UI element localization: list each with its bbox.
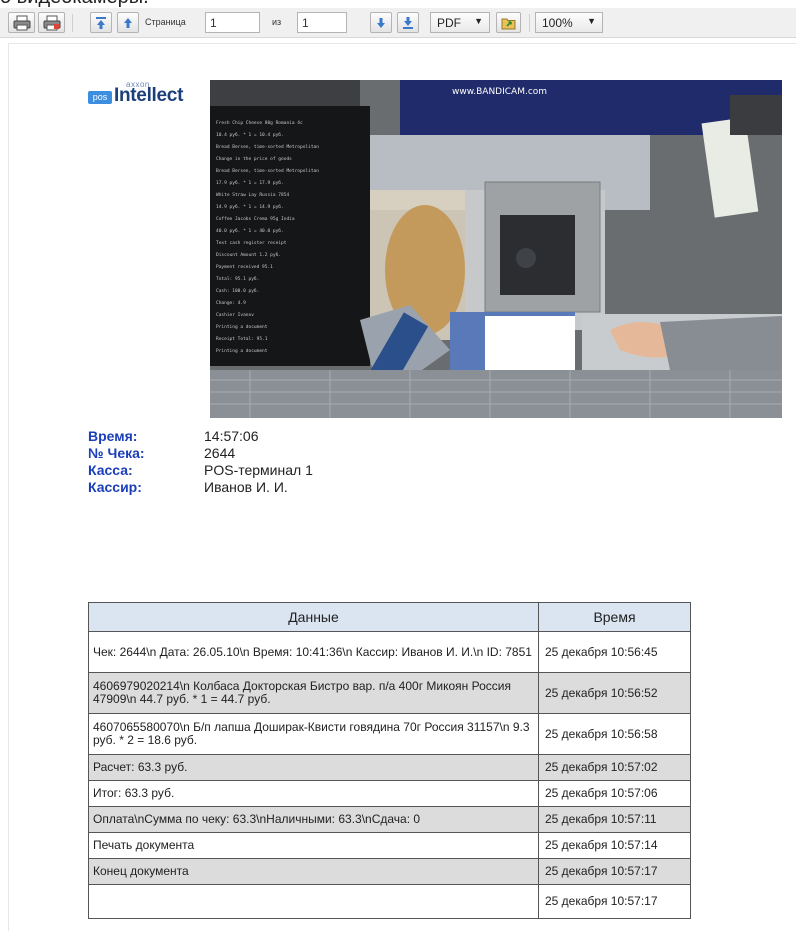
column-header-time: Время — [538, 602, 691, 632]
export-format-value: PDF — [437, 16, 461, 30]
table-cell-data: Чек: 2644\n Дата: 26.05.10\n Время: 10:4… — [88, 631, 539, 673]
svg-text:14.9 руб. * 1 = 14.9 руб.: 14.9 руб. * 1 = 14.9 руб. — [216, 203, 284, 210]
page-number-input[interactable]: 1 — [205, 12, 260, 33]
previous-page-icon — [122, 16, 134, 30]
table-row: Печать документа 25 декабря 10:57:14 — [88, 832, 691, 859]
svg-text:Change: 4.9: Change: 4.9 — [216, 300, 246, 306]
svg-text:Bread Bersen, time-sorted Metr: Bread Bersen, time-sorted Metropolitan — [216, 168, 319, 174]
svg-text:Total: 95.1 руб.: Total: 95.1 руб. — [216, 275, 259, 282]
check-label: № Чека: — [88, 445, 145, 461]
time-value: 14:57:06 — [204, 428, 259, 444]
time-label: Время: — [88, 428, 138, 444]
export-button[interactable] — [496, 12, 521, 33]
svg-text:17.9 руб. * 1 = 17.9 руб.: 17.9 руб. * 1 = 17.9 руб. — [216, 179, 284, 186]
svg-text:Receipt Total: 95.1: Receipt Total: 95.1 — [216, 336, 268, 342]
logo-badge: pos — [88, 91, 112, 104]
svg-text:Cash: 100.0 руб.: Cash: 100.0 руб. — [216, 287, 259, 294]
table-cell-time: 25 декабря 10:57:17 — [538, 884, 691, 919]
of-label: из — [272, 17, 282, 27]
table-cell-data: Оплата\nСумма по чеку: 63.3\nНаличными: … — [88, 806, 539, 833]
table-row: Итог: 63.3 руб. 25 декабря 10:57:06 — [88, 780, 691, 807]
table-cell-time: 25 декабря 10:57:14 — [538, 832, 691, 859]
svg-text:10.4 руб. * 1 = 10.4 руб.: 10.4 руб. * 1 = 10.4 руб. — [216, 131, 284, 138]
table-cell-time: 25 декабря 10:56:58 — [538, 713, 691, 755]
table-row: 4607065580070\n Б/п лапша Доширак-Квисти… — [88, 713, 691, 755]
table-cell-time: 25 декабря 10:57:17 — [538, 858, 691, 885]
svg-text:Payment received 95.1: Payment received 95.1 — [216, 264, 273, 270]
export-icon — [501, 15, 517, 30]
print-button[interactable] — [8, 12, 35, 33]
next-page-button[interactable] — [370, 12, 392, 33]
camera-snapshot: Fresh Chip Cheese 80g Romania 4c 10.4 ру… — [210, 80, 782, 418]
print-icon — [13, 15, 31, 31]
table-header-row: Данные Время — [88, 602, 691, 632]
zoom-value: 100% — [542, 16, 573, 30]
column-header-data: Данные — [88, 602, 539, 632]
first-page-icon — [95, 16, 107, 30]
svg-text:Fresh Chip Cheese 80g Romania: Fresh Chip Cheese 80g Romania 4c — [216, 120, 303, 126]
svg-text:Coffee Jacobs Crema 95g India: Coffee Jacobs Crema 95g India — [216, 216, 295, 222]
last-page-button[interactable] — [397, 12, 419, 33]
toolbar-separator — [72, 14, 73, 32]
page-label: Страница — [145, 17, 186, 27]
svg-text:Printing a document: Printing a document — [216, 324, 268, 330]
svg-text:Bread Bersen, time-sorted Metr: Bread Bersen, time-sorted Metropolitan — [216, 144, 319, 150]
table-cell-data: Печать документа — [88, 832, 539, 859]
axxon-intellect-logo: axxon pos Intellect — [88, 80, 188, 106]
svg-text:Discount Amount 1.2 руб.: Discount Amount 1.2 руб. — [216, 251, 281, 258]
logo-product: Intellect — [114, 85, 184, 106]
svg-text:40.0 руб. * 1 = 40.0 руб.: 40.0 руб. * 1 = 40.0 руб. — [216, 227, 284, 234]
register-label: Касса: — [88, 462, 133, 478]
table-cell-data: 4606979020214\n Колбаса Докторская Бистр… — [88, 672, 539, 714]
bandicam-watermark: www.BANDICAM.com — [452, 87, 547, 97]
last-page-icon — [402, 16, 414, 30]
first-page-button[interactable] — [90, 12, 112, 33]
table-row: Оплата\nСумма по чеку: 63.3\nНаличными: … — [88, 806, 691, 833]
cashier-value: Иванов И. И. — [204, 479, 288, 495]
print-setup-icon — [43, 15, 61, 31]
export-format-select[interactable]: PDF ▼ — [430, 12, 490, 33]
table-cell-data: Конец документа — [88, 858, 539, 885]
toolbar-separator — [529, 14, 530, 32]
table-cell-time: 25 декабря 10:57:02 — [538, 754, 691, 781]
chevron-down-icon: ▼ — [587, 16, 596, 26]
table-cell-time: 25 декабря 10:57:06 — [538, 780, 691, 807]
previous-page-button[interactable] — [117, 12, 139, 33]
cashier-label: Кассир: — [88, 479, 142, 495]
table-cell-data — [88, 884, 539, 919]
svg-text:Change in the price of goods: Change in the price of goods — [216, 156, 292, 162]
svg-text:Printing a document: Printing a document — [216, 348, 268, 354]
table-row: 4606979020214\n Колбаса Докторская Бистр… — [88, 672, 691, 714]
table-cell-data: 4607065580070\n Б/п лапша Доширак-Квисти… — [88, 713, 539, 755]
chevron-down-icon: ▼ — [474, 16, 483, 26]
receipt-events-table: Данные Время Чек: 2644\n Дата: 26.05.10\… — [88, 602, 691, 919]
page-heading: о видеокамеры. — [0, 0, 149, 8]
table-row: 25 декабря 10:57:17 — [88, 884, 691, 919]
next-page-icon — [375, 16, 387, 30]
table-cell-time: 25 декабря 10:56:45 — [538, 631, 691, 673]
table-cell-time: 25 декабря 10:56:52 — [538, 672, 691, 714]
zoom-select[interactable]: 100% ▼ — [535, 12, 603, 33]
table-cell-data: Расчет: 63.3 руб. — [88, 754, 539, 781]
table-row: Расчет: 63.3 руб. 25 декабря 10:57:02 — [88, 754, 691, 781]
total-pages-field: 1 — [297, 12, 347, 33]
svg-text:Cashier Ivanov: Cashier Ivanov — [216, 312, 254, 318]
svg-text:White Straw Lay Russia 7854: White Straw Lay Russia 7854 — [216, 192, 289, 198]
table-row: Чек: 2644\n Дата: 26.05.10\n Время: 10:4… — [88, 631, 691, 673]
register-value: POS-терминал 1 — [204, 462, 313, 478]
table-cell-time: 25 декабря 10:57:11 — [538, 806, 691, 833]
table-cell-data: Итог: 63.3 руб. — [88, 780, 539, 807]
table-row: Конец документа 25 декабря 10:57:17 — [88, 858, 691, 885]
svg-text:Text cash register receipt: Text cash register receipt — [216, 240, 287, 246]
report-toolbar: Страница 1 из 1 PDF ▼ 100% ▼ — [0, 8, 796, 38]
check-value: 2644 — [204, 445, 236, 461]
print-setup-button[interactable] — [38, 12, 65, 33]
